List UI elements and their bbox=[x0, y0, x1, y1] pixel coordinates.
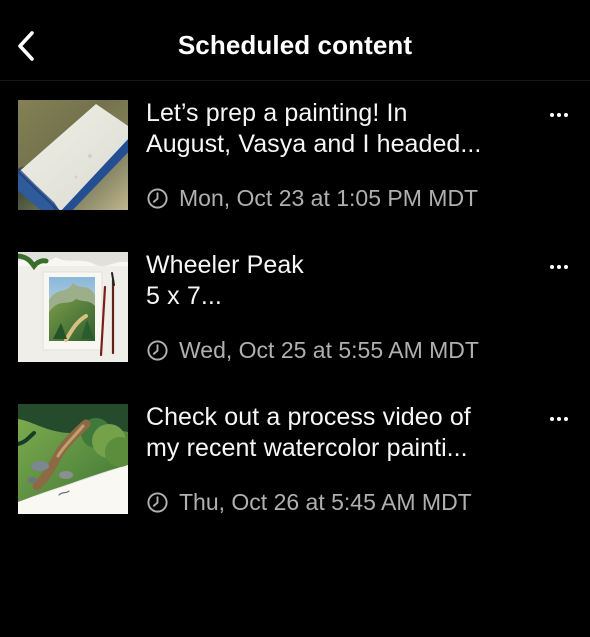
caption-line-1: Let’s prep a painting! In bbox=[146, 99, 408, 127]
dot bbox=[550, 417, 554, 421]
post-options-button[interactable] bbox=[544, 106, 574, 124]
clock-icon bbox=[146, 187, 169, 210]
scheduled-post-item[interactable]: Check out a process video of my recent w… bbox=[0, 384, 590, 516]
scheduled-post-item[interactable]: Let’s prep a painting! In August, Vasya … bbox=[0, 80, 590, 212]
dot bbox=[557, 113, 561, 117]
dot bbox=[564, 417, 568, 421]
scheduled-date-time: Wed, Oct 25 at 5:55 AM MDT bbox=[179, 337, 479, 363]
post-caption: Let’s prep a painting! In August, Vasya … bbox=[146, 98, 536, 160]
schedule-row: Thu, Oct 26 at 5:45 AM MDT bbox=[146, 488, 472, 516]
post-caption: Check out a process video of my recent w… bbox=[146, 402, 536, 464]
post-caption-container[interactable]: Let’s prep a painting! In August, Vasya … bbox=[146, 98, 536, 160]
watercolor-paper-prep-thumbnail bbox=[18, 100, 128, 210]
scheduled-date-time: Thu, Oct 26 at 5:45 AM MDT bbox=[179, 489, 472, 515]
clock-icon bbox=[146, 339, 169, 362]
clock-icon bbox=[146, 491, 169, 514]
post-thumbnail[interactable] bbox=[18, 252, 128, 362]
schedule-row: Wed, Oct 25 at 5:55 AM MDT bbox=[146, 336, 479, 364]
page-title: Scheduled content bbox=[177, 30, 413, 60]
post-options-button[interactable] bbox=[544, 410, 574, 428]
scheduled-post-item[interactable]: Wheeler Peak 5 x 7... Wed, Oct 25 at 5:5… bbox=[0, 232, 590, 364]
scheduled-date-time: Mon, Oct 23 at 1:05 PM MDT bbox=[179, 185, 479, 211]
more-horizontal-icon bbox=[550, 265, 568, 269]
more-horizontal-icon bbox=[550, 113, 568, 117]
more-horizontal-icon bbox=[550, 417, 568, 421]
dot bbox=[564, 265, 568, 269]
dot bbox=[557, 417, 561, 421]
dot bbox=[550, 265, 554, 269]
dot bbox=[564, 113, 568, 117]
dot bbox=[550, 113, 554, 117]
caption-line-1: Wheeler Peak bbox=[146, 251, 304, 279]
forest-path-watercolor-thumbnail bbox=[18, 404, 128, 514]
caption-line-2: August, Vasya and I headed... bbox=[146, 130, 482, 158]
caption-line-1: Check out a process video of bbox=[146, 403, 471, 431]
post-options-button[interactable] bbox=[544, 258, 574, 276]
mountain-watercolor-thumbnail bbox=[18, 252, 128, 362]
post-caption: Wheeler Peak 5 x 7... bbox=[146, 250, 536, 312]
dot bbox=[557, 265, 561, 269]
post-caption-container[interactable]: Wheeler Peak 5 x 7... bbox=[146, 250, 536, 312]
scheduled-content-screen: Scheduled content Let’s prep a painting!… bbox=[0, 0, 590, 637]
caption-line-2: 5 x 7... bbox=[146, 282, 222, 310]
post-thumbnail[interactable] bbox=[18, 100, 128, 210]
post-caption-container[interactable]: Check out a process video of my recent w… bbox=[146, 402, 536, 464]
caption-line-2: my recent watercolor painti... bbox=[146, 434, 468, 462]
post-thumbnail[interactable] bbox=[18, 404, 128, 514]
schedule-row: Mon, Oct 23 at 1:05 PM MDT bbox=[146, 184, 478, 212]
top-navigation-bar: Scheduled content bbox=[0, 0, 590, 81]
